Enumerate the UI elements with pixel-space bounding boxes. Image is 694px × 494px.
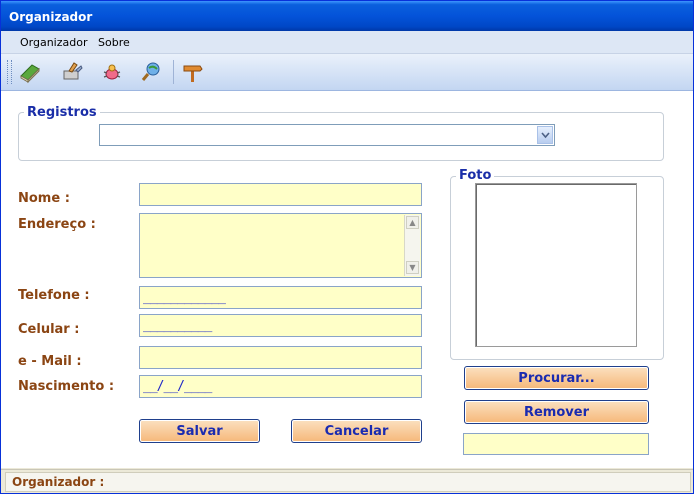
- status-bar: Organizador :: [1, 469, 693, 493]
- menu-sobre[interactable]: Sobre: [98, 36, 130, 49]
- endereco-scrollbar[interactable]: ▲ ▼: [404, 215, 420, 276]
- procurar-button[interactable]: Procurar...: [464, 366, 649, 390]
- menu-bar: Organizador Sobre: [1, 31, 693, 54]
- toolbar-separator: [173, 60, 174, 84]
- registros-select[interactable]: [99, 124, 555, 146]
- registros-legend: Registros: [24, 105, 100, 120]
- window-title: Organizador: [9, 10, 93, 24]
- menu-organizador[interactable]: Organizador: [20, 36, 88, 49]
- scroll-up-icon[interactable]: ▲: [406, 216, 419, 229]
- toolbar-grip[interactable]: [7, 60, 12, 84]
- nome-field[interactable]: [139, 183, 422, 206]
- celular-field[interactable]: __________: [139, 314, 422, 337]
- celular-label: Celular :: [18, 322, 80, 337]
- telefone-mask: ____________: [143, 290, 226, 305]
- nascimento-label: Nascimento :: [18, 379, 115, 394]
- chevron-down-icon[interactable]: [537, 126, 553, 144]
- endereco-label: Endereço :: [18, 217, 96, 232]
- email-field[interactable]: [139, 346, 422, 369]
- app-window: Organizador Organizador Sobre Registros: [0, 0, 694, 494]
- celular-mask: __________: [143, 318, 212, 333]
- search-globe-icon[interactable]: [138, 59, 164, 85]
- photo-path-field: [463, 433, 649, 455]
- tools-icon[interactable]: [59, 59, 85, 85]
- nascimento-mask: __/__/____: [143, 379, 212, 394]
- nascimento-field[interactable]: __/__/____: [139, 375, 422, 398]
- cancelar-button[interactable]: Cancelar: [291, 419, 422, 443]
- status-panel: Organizador :: [5, 472, 691, 492]
- photo-box: [475, 183, 637, 347]
- telefone-label: Telefone :: [18, 288, 90, 303]
- email-label: e - Mail :: [18, 354, 82, 369]
- salvar-button[interactable]: Salvar: [139, 419, 260, 443]
- book-icon[interactable]: [17, 59, 43, 85]
- status-text: Organizador :: [12, 475, 105, 489]
- toolbar: [1, 54, 693, 91]
- foto-legend: Foto: [456, 168, 495, 183]
- bug-icon[interactable]: [99, 59, 125, 85]
- nome-label: Nome :: [18, 191, 70, 206]
- endereco-field[interactable]: ▲ ▼: [139, 213, 422, 278]
- scroll-down-icon[interactable]: ▼: [406, 261, 419, 274]
- telefone-field[interactable]: ____________: [139, 286, 422, 309]
- title-bar[interactable]: Organizador: [1, 1, 693, 31]
- remover-button[interactable]: Remover: [464, 400, 649, 424]
- signpost-icon[interactable]: [179, 59, 205, 85]
